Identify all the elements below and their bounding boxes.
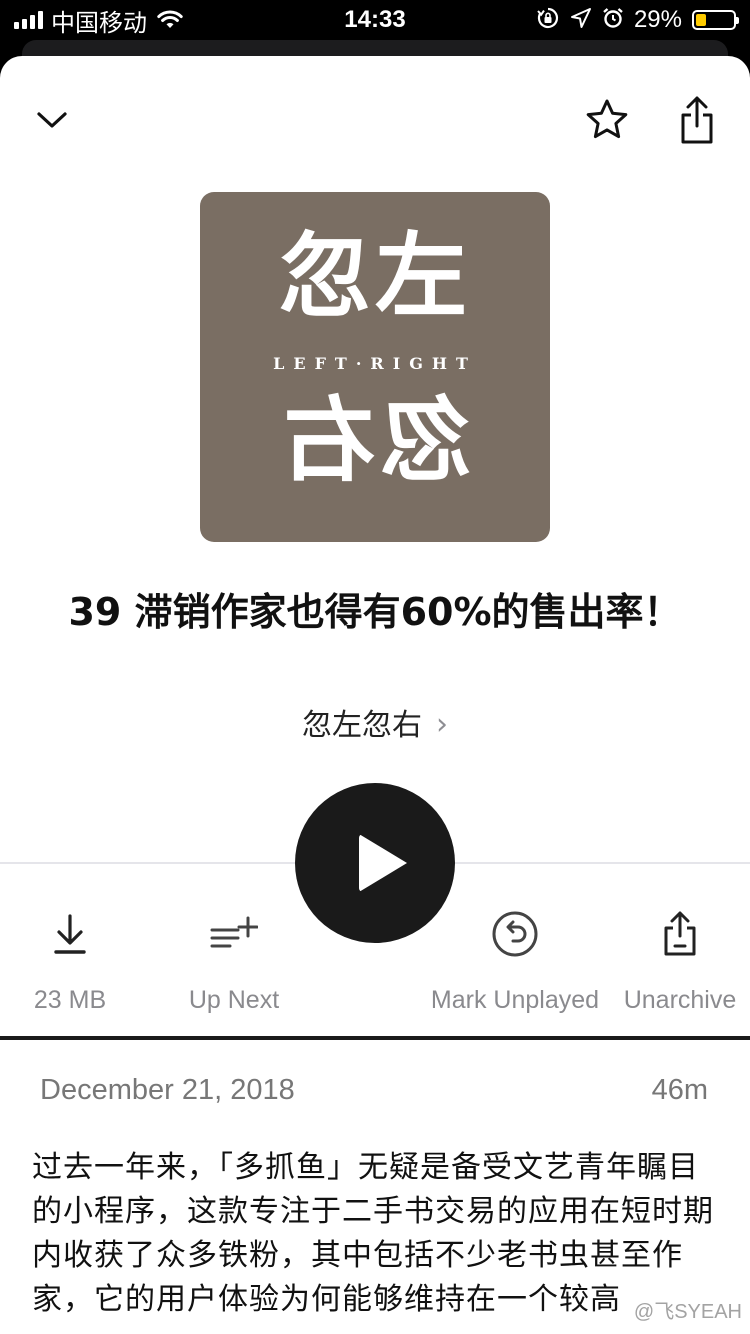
mark-unplayed-label: Mark Unplayed bbox=[430, 986, 600, 1014]
play-icon bbox=[359, 834, 407, 892]
episode-date: December 21, 2018 bbox=[40, 1074, 295, 1106]
episode-title: 39 滞销作家也得有60%的售出率！ bbox=[68, 590, 682, 634]
up-next-button[interactable]: Up Next bbox=[174, 904, 294, 1015]
battery-percent: 29% bbox=[633, 6, 682, 33]
artwork-subtitle: LEFT·RIGHT bbox=[273, 354, 477, 373]
artwork-title-top: 忽左 bbox=[278, 222, 471, 330]
episode-sheet: 忽左 LEFT·RIGHT 忽右 39 滞销作家也得有60%的售出率！ 忽左忽右… bbox=[0, 56, 750, 1334]
download-button[interactable]: 23 MB bbox=[20, 904, 120, 1015]
download-size: 23 MB bbox=[33, 986, 107, 1014]
artwork-title-bottom: 忽右 bbox=[278, 386, 471, 494]
episode-duration: 46m bbox=[651, 1074, 708, 1106]
chevron-right-icon: › bbox=[436, 707, 448, 742]
location-icon bbox=[570, 7, 592, 34]
battery-icon bbox=[692, 10, 739, 30]
unarchive-label: Unarchive bbox=[623, 986, 737, 1014]
section-divider bbox=[0, 1036, 750, 1040]
download-icon bbox=[20, 904, 120, 964]
alarm-icon bbox=[602, 7, 624, 34]
star-icon[interactable] bbox=[582, 94, 632, 144]
unarchive-button[interactable]: Unarchive bbox=[618, 904, 742, 1015]
podcast-artwork: 忽左 LEFT·RIGHT 忽右 bbox=[200, 192, 550, 542]
share-icon[interactable] bbox=[672, 92, 722, 148]
mark-unplayed-icon bbox=[420, 904, 610, 964]
episode-description: 过去一年来，「多抓鱼」无疑是备受文艺青年瞩目的小程序，这款专注于二手书交易的应用… bbox=[32, 1150, 714, 1317]
orientation-lock-icon bbox=[536, 6, 560, 35]
chevron-down-icon[interactable] bbox=[28, 96, 76, 144]
status-bar: 中国移动 14:33 29% bbox=[0, 0, 750, 40]
mark-unplayed-button[interactable]: Mark Unplayed bbox=[420, 904, 610, 1015]
up-next-icon bbox=[174, 904, 294, 964]
watermark: @飞SYEAH bbox=[633, 1301, 742, 1323]
podcast-name: 忽左忽右 bbox=[302, 708, 422, 743]
unarchive-icon bbox=[618, 904, 742, 964]
up-next-label: Up Next bbox=[188, 986, 280, 1014]
podcast-link[interactable]: 忽左忽右 › bbox=[0, 700, 750, 744]
